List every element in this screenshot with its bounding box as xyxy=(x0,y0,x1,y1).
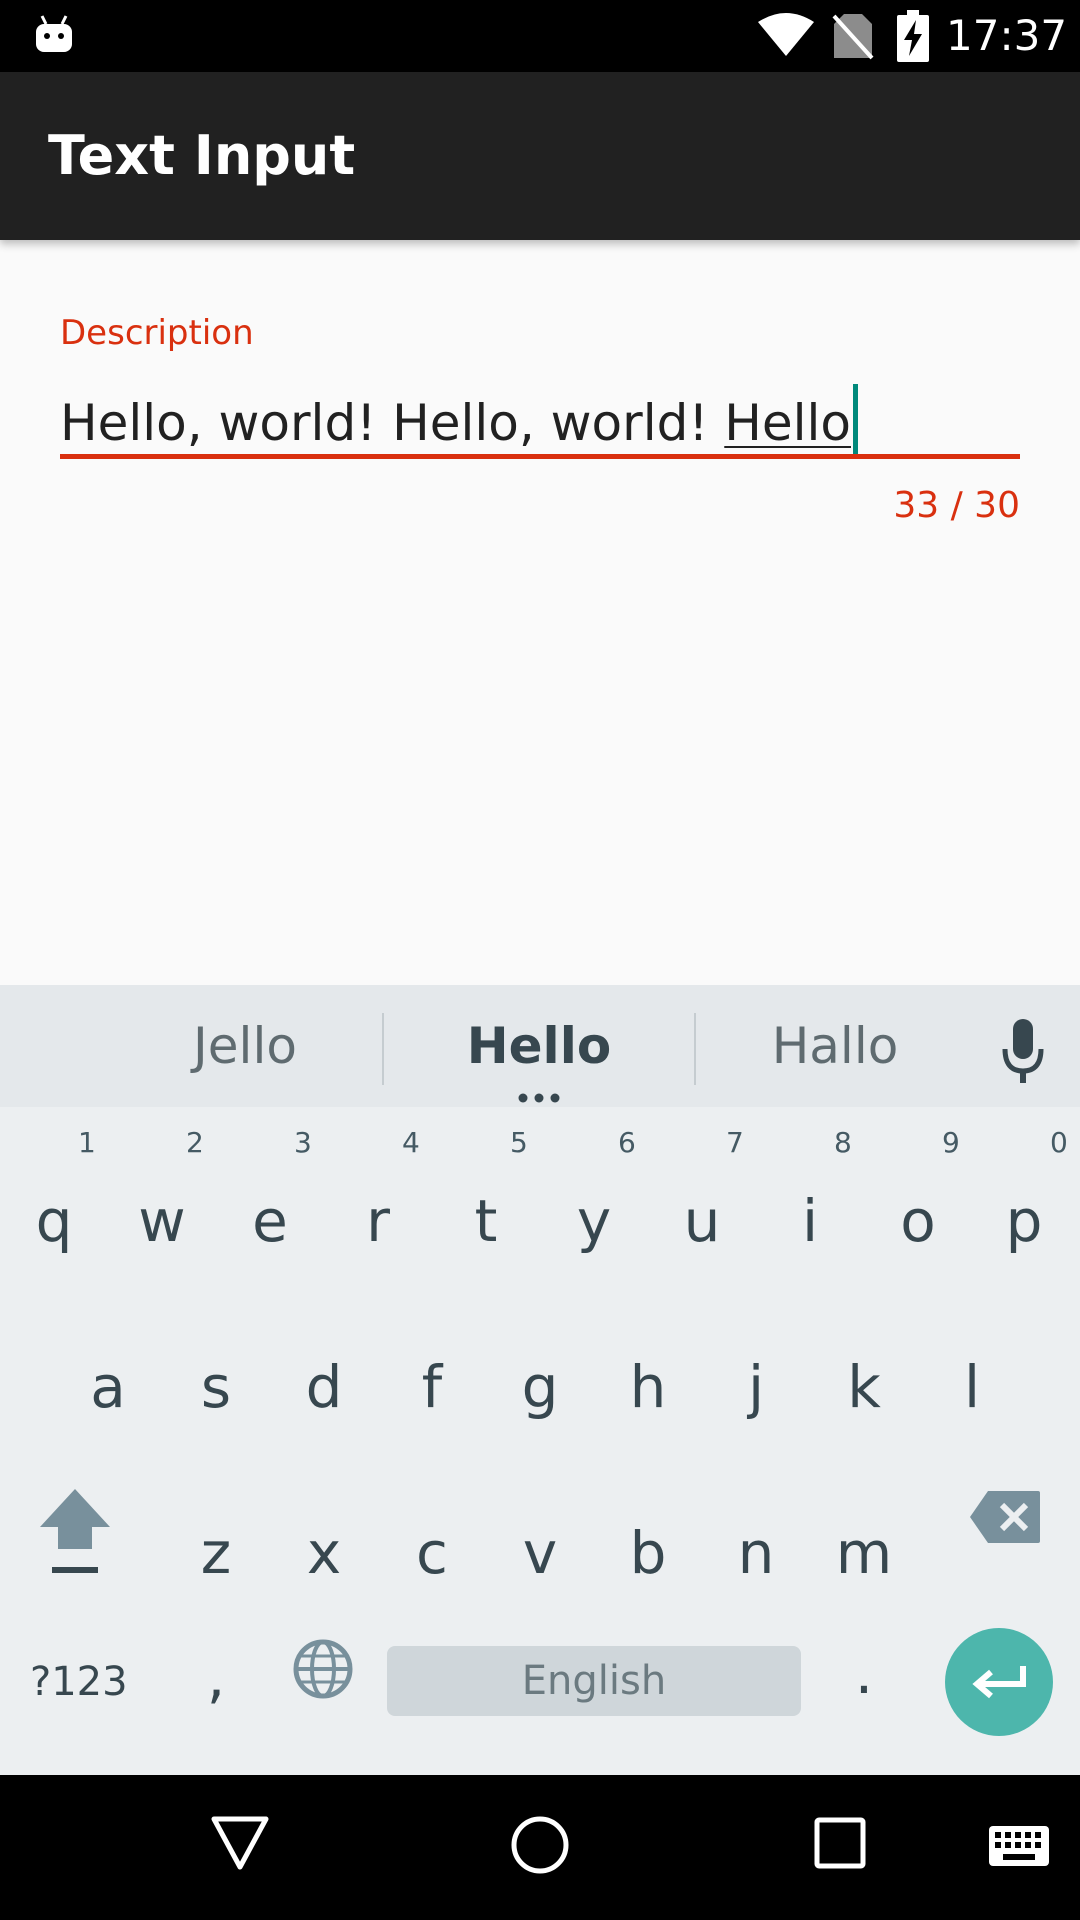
no-sim-icon xyxy=(832,14,874,60)
back-icon[interactable] xyxy=(210,1815,270,1871)
android-icon xyxy=(36,15,72,52)
key-y-hint: 6 xyxy=(618,1126,636,1159)
more-suggestions-icon[interactable] xyxy=(516,1093,562,1103)
key-w-hint: 2 xyxy=(186,1126,204,1159)
key-o-hint: 9 xyxy=(942,1126,960,1159)
globe-icon[interactable] xyxy=(292,1638,354,1700)
backspace-icon[interactable] xyxy=(968,1489,1042,1545)
symbols-key[interactable]: ?123 xyxy=(30,1657,128,1707)
page-title: Text Input xyxy=(48,124,356,187)
input-composing-text: Hello xyxy=(724,394,851,452)
key-t-hint: 5 xyxy=(510,1126,528,1159)
key-k[interactable]: k xyxy=(820,1351,908,1423)
enter-icon xyxy=(972,1666,1026,1699)
battery-charging-icon xyxy=(897,10,929,62)
space-bar[interactable]: English xyxy=(387,1646,801,1716)
key-i-hint: 8 xyxy=(834,1126,852,1159)
key-x[interactable]: x xyxy=(280,1517,368,1589)
key-e[interactable]: e xyxy=(226,1185,314,1257)
char-counter: 33 / 30 xyxy=(893,485,1020,526)
key-f[interactable]: f xyxy=(388,1351,476,1423)
input-underline xyxy=(60,454,1020,459)
key-m[interactable]: m xyxy=(820,1517,908,1589)
key-v[interactable]: v xyxy=(496,1517,584,1589)
key-t[interactable]: t xyxy=(442,1185,530,1257)
suggestion-divider xyxy=(694,1013,696,1085)
key-q-hint: 1 xyxy=(78,1126,96,1159)
key-a[interactable]: a xyxy=(64,1351,152,1423)
enter-button[interactable] xyxy=(945,1628,1053,1736)
key-o[interactable]: o xyxy=(874,1185,962,1257)
microphone-icon[interactable] xyxy=(1000,1017,1046,1085)
description-input[interactable]: Hello, world! Hello, world! Hello xyxy=(60,384,1020,456)
key-p[interactable]: p xyxy=(980,1185,1068,1257)
key-u-hint: 7 xyxy=(726,1126,744,1159)
key-d[interactable]: d xyxy=(280,1351,368,1423)
home-icon[interactable] xyxy=(510,1815,570,1875)
soft-keyboard: Jello Hello Hallo q 1 w 2 e 3 r 4 t 5 y … xyxy=(0,985,1080,1775)
description-label: Description xyxy=(60,313,254,353)
key-r-hint: 4 xyxy=(402,1126,420,1159)
key-comma[interactable]: , xyxy=(172,1641,260,1713)
status-time: 17:37 xyxy=(946,11,1068,60)
recents-icon[interactable] xyxy=(814,1817,866,1869)
key-y[interactable]: y xyxy=(550,1185,638,1257)
suggestion-strip: Jello Hello Hallo xyxy=(0,985,1080,1107)
shift-icon[interactable] xyxy=(36,1487,114,1577)
key-u[interactable]: u xyxy=(658,1185,746,1257)
key-i[interactable]: i xyxy=(766,1185,854,1257)
keyboard-switch-icon[interactable] xyxy=(988,1825,1050,1867)
status-bar: 17:37 xyxy=(0,0,1080,72)
key-c[interactable]: c xyxy=(388,1517,476,1589)
app-bar: Text Input xyxy=(0,72,1080,240)
key-h[interactable]: h xyxy=(604,1351,692,1423)
key-n[interactable]: n xyxy=(712,1517,800,1589)
suggestion-divider xyxy=(382,1013,384,1085)
key-g[interactable]: g xyxy=(496,1351,584,1423)
key-j[interactable]: j xyxy=(712,1351,800,1423)
suggestion-center[interactable]: Hello xyxy=(429,1015,649,1077)
key-q[interactable]: q xyxy=(10,1185,98,1257)
navigation-bar xyxy=(0,1775,1080,1920)
key-l[interactable]: l xyxy=(928,1351,1016,1423)
key-e-hint: 3 xyxy=(294,1126,312,1159)
content-area: Description Hello, world! Hello, world! … xyxy=(0,240,1080,985)
suggestion-left[interactable]: Jello xyxy=(155,1015,335,1077)
wifi-icon xyxy=(758,13,814,56)
text-cursor xyxy=(853,384,858,456)
key-b[interactable]: b xyxy=(604,1517,692,1589)
key-z[interactable]: z xyxy=(172,1517,260,1589)
key-r[interactable]: r xyxy=(334,1185,422,1257)
key-period[interactable]: . xyxy=(820,1637,908,1709)
key-p-hint: 0 xyxy=(1050,1126,1068,1159)
key-s[interactable]: s xyxy=(172,1351,260,1423)
key-w[interactable]: w xyxy=(118,1185,206,1257)
suggestion-right[interactable]: Hallo xyxy=(745,1015,925,1077)
input-committed-text: Hello, world! Hello, world! xyxy=(60,394,725,452)
